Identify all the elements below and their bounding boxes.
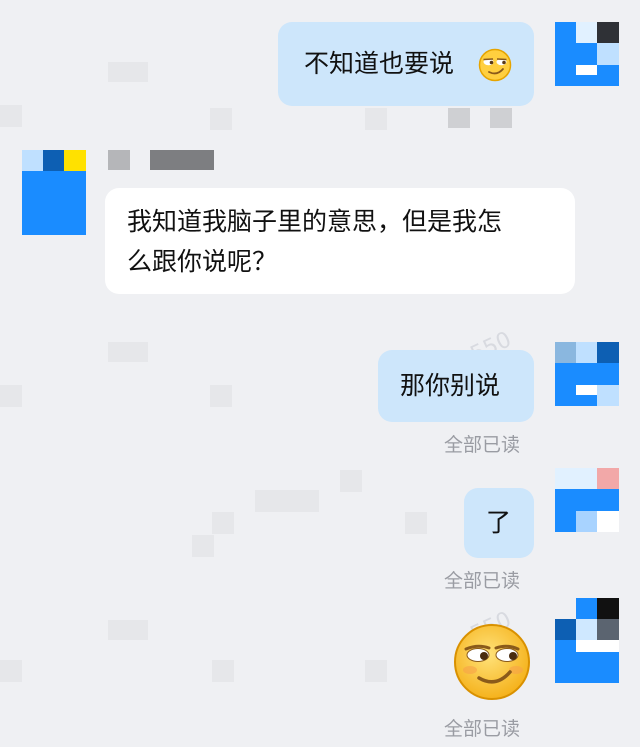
background-noise (340, 470, 362, 492)
message-bubble-outgoing[interactable]: 了 (464, 488, 534, 558)
background-noise (108, 342, 148, 362)
message-bubble-outgoing[interactable]: 那你别说 (378, 350, 534, 422)
message-text-line-2: 么跟你说呢？ (127, 247, 278, 276)
background-noise (210, 385, 232, 407)
message-text-line-1: 我知道我脑子里的意思，但是我怎 (127, 207, 503, 236)
background-noise (0, 105, 22, 127)
my-avatar[interactable] (555, 342, 619, 406)
background-noise (448, 108, 470, 128)
smirk-emoji-icon (478, 48, 512, 94)
message-text: 了 (486, 508, 512, 537)
read-status: 全部已读 (444, 570, 521, 592)
background-noise (365, 660, 387, 682)
my-avatar[interactable] (555, 22, 619, 86)
background-noise (212, 660, 234, 682)
background-noise (365, 108, 387, 130)
background-noise (108, 620, 148, 640)
background-noise (255, 490, 319, 512)
my-avatar[interactable] (555, 468, 619, 532)
sender-name-redacted (108, 150, 130, 170)
background-noise (405, 512, 427, 534)
message-text: 不知道也要说 (304, 49, 455, 78)
sender-name-redacted (150, 150, 214, 170)
background-noise (212, 512, 234, 534)
background-noise (0, 385, 22, 407)
message-bubble-outgoing[interactable]: 不知道也要说 (278, 22, 534, 106)
background-noise (490, 108, 512, 128)
smirk-emoji-icon[interactable] (452, 622, 532, 706)
contact-avatar[interactable] (22, 150, 86, 235)
background-noise (210, 108, 232, 130)
read-status: 全部已读 (444, 718, 521, 740)
message-bubble-incoming[interactable]: 我知道我脑子里的意思，但是我怎 么跟你说呢？ (105, 188, 575, 294)
message-text: 那你别说 (400, 371, 501, 400)
background-noise (0, 660, 22, 682)
background-noise (192, 535, 214, 557)
background-noise (108, 62, 148, 82)
read-status: 全部已读 (444, 434, 521, 456)
my-avatar[interactable] (555, 598, 619, 683)
